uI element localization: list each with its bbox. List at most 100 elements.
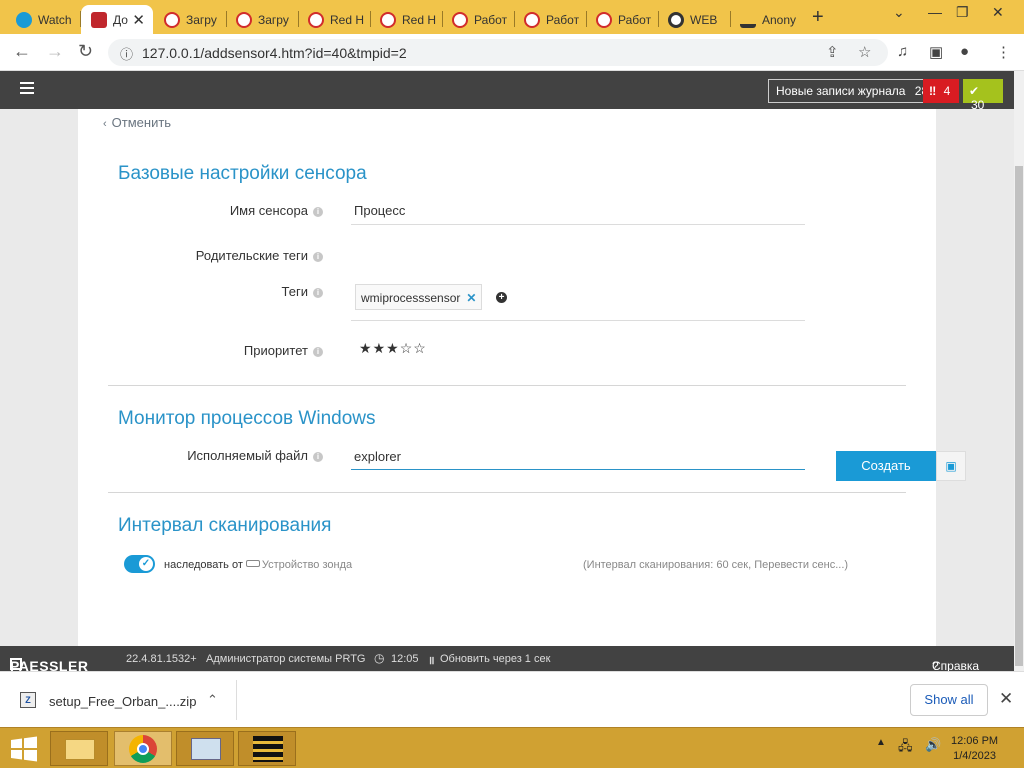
close-tab-icon[interactable]: ✕ [132,11,145,29]
tag-chip: wmiprocesssensor ✕ [355,284,483,310]
browser-tab-strip: Watch До ✕ Загру Загру Red H Red H Работ… [0,0,1024,34]
bookmark-star-icon[interactable]: ☆ [858,43,871,61]
windows-start-icon[interactable] [9,736,39,762]
section-divider [108,492,906,493]
user-text[interactable]: Администратор системы PRTG [206,653,365,665]
tab-label: Загру [258,12,289,27]
tab-prtg[interactable]: Работ [442,5,512,34]
tab-prtg[interactable]: Работ [586,5,656,34]
section-title-basic: Базовые настройки сенсора [118,163,367,184]
tab-web[interactable]: WEB [658,5,728,34]
inherit-toggle[interactable]: ✓ [124,555,155,573]
interval-note[interactable]: (Интервал сканирования: 60 сек, Перевест… [583,559,848,571]
forward-arrow-icon[interactable]: → [46,41,64,62]
section-divider [108,385,906,386]
menu-dots-icon[interactable]: ⋮ [996,43,1011,61]
prtg-icon [164,11,180,28]
sensor-name-field[interactable]: Процесс [354,203,405,218]
side-panel-icon[interactable]: ▣ [929,43,943,61]
tab-watch[interactable]: Watch [6,5,78,34]
info-icon[interactable]: i [313,252,323,262]
pause-icon[interactable]: ॥ [428,653,435,668]
priority-stars[interactable]: ★★★☆☆ [359,340,427,357]
taskbar-file-explorer[interactable] [50,731,108,766]
check-icon: ✔ [969,84,980,98]
info-icon[interactable]: i [313,288,323,298]
download-bar: Z setup_Free_Orban_....zip ⌃ Show all ✕ [0,671,1024,727]
clock-time: 12:06 PM [951,735,999,747]
person-icon [740,11,756,28]
alarm-count: 4 [943,84,951,98]
star-empty-icon[interactable]: ☆ [413,340,427,356]
close-download-bar-icon[interactable]: ✕ [999,689,1013,709]
back-arrow-icon[interactable]: ← [13,41,31,62]
minimize-icon[interactable]: — [928,4,942,20]
alarms-badge[interactable]: ‼ 4 [923,79,959,103]
taskbar-app[interactable] [176,731,234,766]
clock-date: 1/4/2023 [953,750,996,762]
log-entries-label: Новые записи журнала [776,84,906,98]
url-text[interactable]: 127.0.0.1/addsensor4.htm?id=40&tmpid=2 [142,45,407,61]
tab-prtg[interactable]: Red H [298,5,368,34]
star-empty-icon[interactable]: ☆ [400,340,414,356]
star-filled-icon[interactable]: ★ [386,340,400,356]
profile-avatar-icon[interactable]: ● [960,43,969,60]
star-filled-icon[interactable]: ★ [373,340,387,356]
tab-search-icon[interactable]: ⌄ [893,4,905,21]
tab-anonymous[interactable]: Anony [730,5,800,34]
taskbar-prtg-app[interactable] [238,731,296,766]
close-window-icon[interactable]: ✕ [992,4,1004,21]
show-all-button[interactable]: Show all [910,684,988,716]
address-bar[interactable]: ⓘ 127.0.0.1/addsensor4.htm?id=40&tmpid=2… [108,39,888,66]
share-icon[interactable]: ⇪ [826,43,839,61]
star-filled-icon[interactable]: ★ [359,340,373,356]
remove-tag-icon[interactable]: ✕ [466,291,476,305]
media-controls-icon[interactable]: ♫ [897,43,908,60]
chevron-up-icon[interactable]: ⌃ [207,692,218,708]
version-text: 22.4.81.1532+ [126,653,197,665]
reload-icon[interactable]: ↻ [78,41,93,62]
check-icon: ✓ [139,557,153,571]
tab-active-prtg[interactable]: До ✕ [81,5,153,34]
info-icon[interactable]: i [313,347,323,357]
tab-prtg[interactable]: Работ [514,5,584,34]
info-icon[interactable]: i [313,452,323,462]
notifications-icon[interactable] [1010,728,1024,768]
tab-prtg[interactable]: Red H [370,5,440,34]
page-scrollbar[interactable] [1014,71,1024,671]
sensor-name-label: Имя сенсора i [118,203,323,218]
new-log-entries-button[interactable]: Новые записи журнала 28 [768,79,937,103]
show-hidden-icons[interactable]: ▲ [876,737,886,748]
taskbar-clock[interactable]: 12:06 PM 1/4/2023 [951,734,998,764]
taskbar-chrome[interactable] [114,731,172,766]
play-icon [16,11,32,28]
info-icon[interactable]: i [313,207,323,217]
eye-icon [668,11,684,28]
tab-prtg[interactable]: Загру [226,5,296,34]
network-icon[interactable]: 🖧 [898,737,913,759]
tags-label: Теги i [118,284,323,299]
chrome-icon [129,735,157,763]
volume-icon[interactable]: 🔊 [925,737,941,753]
tab-prtg[interactable]: Загру [154,5,224,34]
download-filename[interactable]: setup_Free_Orban_....zip [49,694,196,709]
tag-chip-label: wmiprocesssensor [361,291,461,305]
new-tab-button[interactable]: + [812,6,824,29]
inherit-source-link[interactable]: Устройство зонда [262,559,352,571]
section-title-monitor: Монитор процессов Windows [118,408,376,429]
info-icon[interactable]: ⓘ [120,44,133,63]
hamburger-menu-icon[interactable] [20,82,34,94]
tab-label: WEB [690,12,718,27]
restore-icon[interactable]: ❐ [956,4,969,21]
prtg-header: Новые записи журнала 28 ‼ 4 ✔ 30 [0,71,1014,112]
cancel-link[interactable]: ‹ Отменить [103,115,171,130]
prtg-alert-icon [91,11,107,28]
create-button[interactable]: Создать [836,451,936,481]
prtg-app-icon [253,736,283,762]
exec-file-input[interactable] [351,444,805,470]
browser-toolbar: ← → ↻ ⓘ 127.0.0.1/addsensor4.htm?id=40&t… [0,34,1024,71]
refresh-text[interactable]: Обновить через 1 сек [440,653,550,665]
ok-badge[interactable]: ✔ 30 [963,79,1003,112]
add-tag-icon[interactable]: + [496,292,507,303]
save-icon[interactable]: ▣ [936,451,966,481]
